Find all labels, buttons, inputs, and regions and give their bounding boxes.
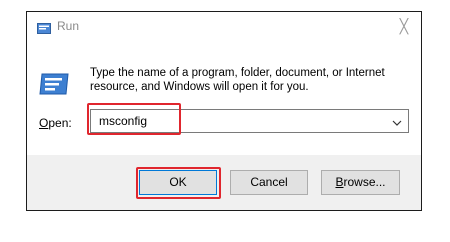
cancel-button[interactable]: Cancel [230,170,308,195]
browse-accel: B [335,175,344,189]
close-icon: ╳ [399,18,409,34]
browse-button[interactable]: Browse... [321,170,400,195]
description-text: Type the name of a program, folder, docu… [90,67,385,93]
open-combobox[interactable]: msconfig [90,109,409,133]
open-label-accel: O [39,116,49,130]
ok-button[interactable]: OK [139,170,217,195]
run-dialog: Run ╳ Type the name of a program, folder… [26,11,422,211]
open-label: Open: [39,116,72,130]
open-label-text: pen: [48,116,72,130]
open-input[interactable]: msconfig [99,114,147,128]
chevron-down-icon[interactable] [392,115,402,133]
run-icon [37,21,51,39]
window-title: Run [57,19,80,33]
browse-label: rowse... [343,175,386,189]
close-button[interactable]: ╳ [395,17,413,35]
title-bar[interactable]: Run ╳ [27,12,421,40]
run-icon [39,72,69,101]
